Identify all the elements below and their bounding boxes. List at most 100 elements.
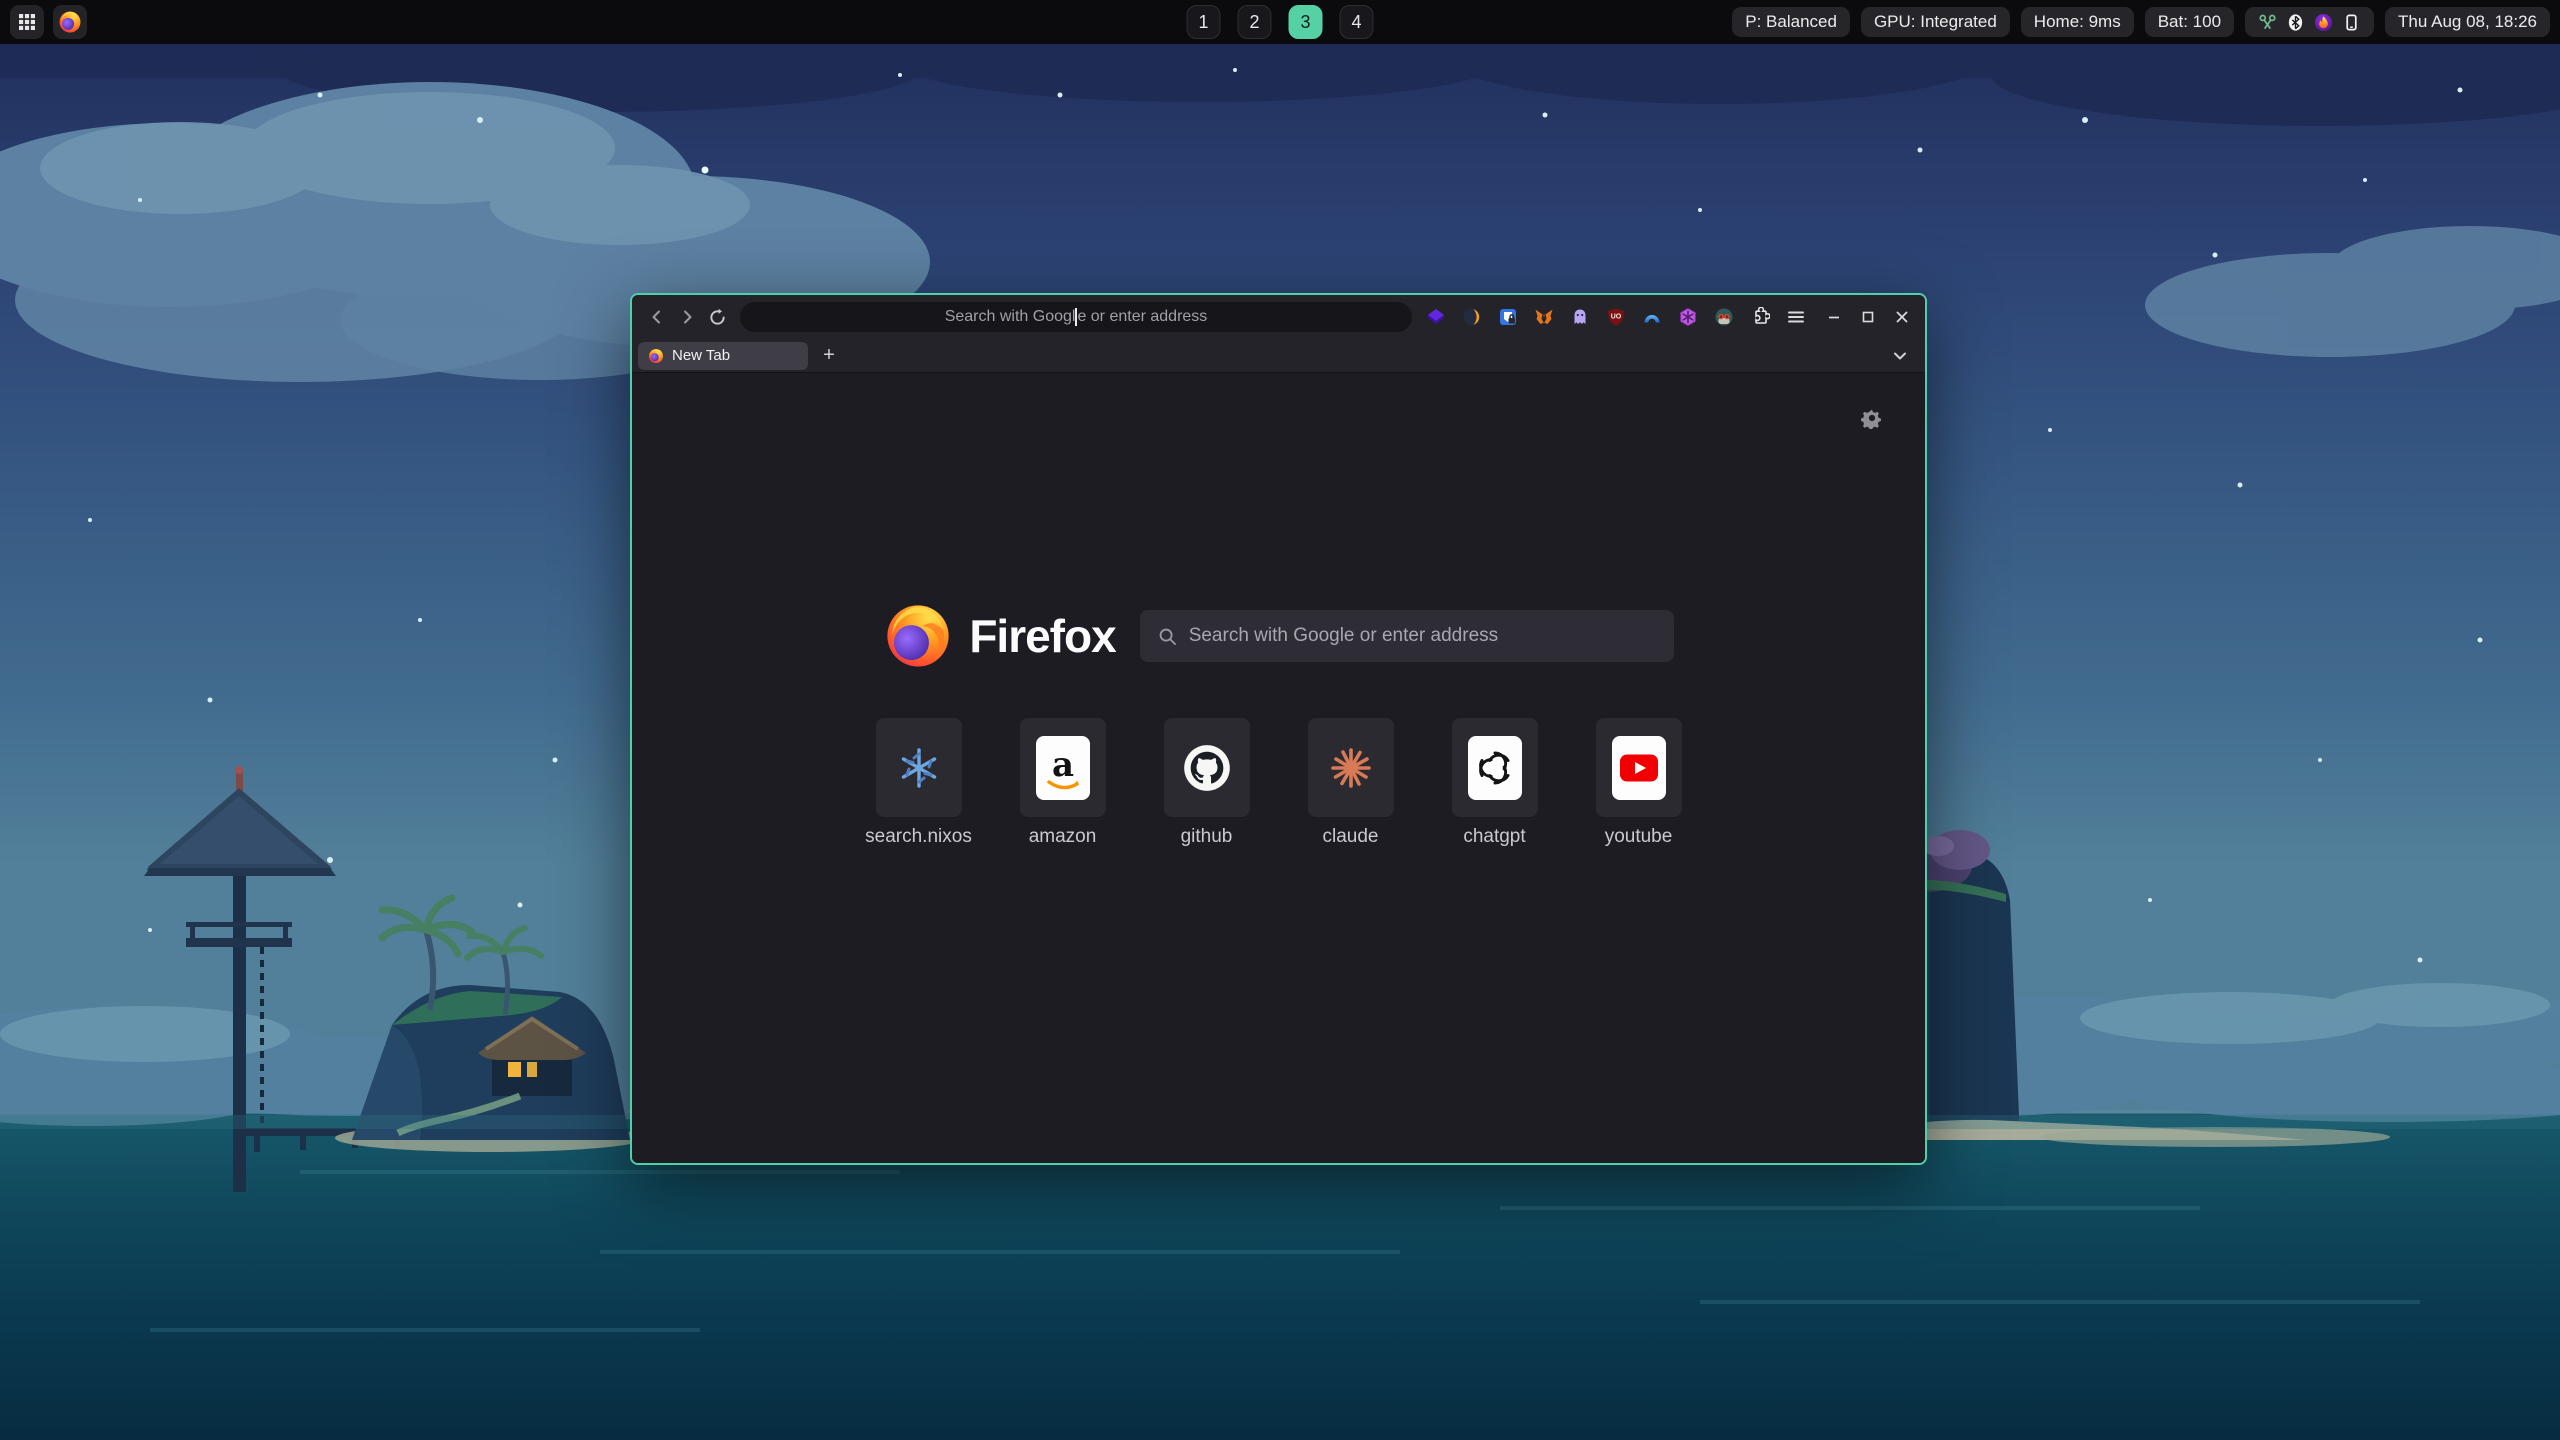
extension-shield-lock[interactable] (1498, 307, 1518, 327)
gear-icon (1861, 407, 1883, 429)
extension-vpn-arc[interactable] (1642, 307, 1662, 327)
extensions-puzzle-button[interactable] (1750, 307, 1770, 327)
shortcut-tile[interactable] (1452, 718, 1538, 817)
tab-list-button[interactable] (1891, 347, 1909, 365)
firefox-wordmark: Firefox (969, 609, 1115, 663)
apps-grid-icon (18, 13, 36, 31)
firefox-window: Search with Google or enter address (630, 293, 1927, 1165)
chevron-down-icon (1891, 347, 1909, 365)
workspace-1[interactable]: 1 (1187, 5, 1221, 39)
shortcut-search-nixos[interactable]: search.nixos (847, 718, 991, 848)
hamburger-menu-icon (1786, 307, 1806, 327)
shortcut-tile[interactable] (876, 718, 962, 817)
extension-dark-moon[interactable] (1462, 307, 1482, 327)
browser-toolbar: Search with Google or enter address (632, 295, 1925, 339)
github-octocat-icon (1182, 743, 1232, 793)
clock: Thu Aug 08, 18:26 (2385, 7, 2550, 37)
shortcut-tile[interactable]: a (1020, 718, 1106, 817)
shield-lock-icon (1498, 307, 1518, 327)
app-menu-button[interactable] (1786, 307, 1806, 327)
network-latency-badge: Home: 9ms (2021, 7, 2134, 37)
tab-bar: New Tab + (632, 339, 1925, 373)
shortcut-chatgpt[interactable]: chatgpt (1423, 718, 1567, 848)
purple-gem-icon (1426, 307, 1446, 327)
shortcut-tile[interactable] (1596, 718, 1682, 817)
back-button[interactable] (642, 302, 672, 332)
shortcut-label: amazon (1029, 826, 1097, 848)
metamask-fox-icon (1534, 307, 1554, 327)
extension-purple-gem[interactable] (1426, 307, 1446, 327)
shortcut-github[interactable]: github (1135, 718, 1279, 848)
workspace-4[interactable]: 4 (1340, 5, 1374, 39)
close-button[interactable] (1892, 307, 1912, 327)
new-tab-button[interactable]: + (816, 343, 842, 369)
reload-icon (708, 308, 727, 327)
extension-metamask[interactable] (1534, 307, 1554, 327)
claude-starburst-icon (1328, 745, 1374, 791)
phone-icon[interactable] (2342, 13, 2361, 32)
brand-row: Firefox (883, 601, 1673, 671)
tab-new-tab[interactable]: New Tab (638, 342, 808, 370)
desktop: 1 2 3 4 P: Balanced GPU: Integrated Home… (0, 0, 2560, 1440)
youtube-play-icon (1619, 753, 1659, 783)
shortcut-label: github (1181, 826, 1233, 848)
openai-knot-icon (1474, 747, 1516, 789)
chatgpt-card (1468, 736, 1522, 800)
vpn-arc-icon (1642, 307, 1662, 327)
minimize-button[interactable] (1824, 307, 1844, 327)
firefox-launcher-button[interactable] (53, 5, 87, 39)
extensions-puzzle-icon (1750, 307, 1770, 327)
extension-ublock-origin[interactable]: UO (1606, 307, 1626, 327)
extension-row: UO (1426, 307, 1806, 327)
shortcut-claude[interactable]: claude (1279, 718, 1423, 848)
newtab-search-input[interactable] (1189, 625, 1649, 647)
extension-spy-face[interactable] (1714, 307, 1734, 327)
workspace-2[interactable]: 2 (1238, 5, 1272, 39)
newtab-search-bar[interactable] (1140, 610, 1674, 662)
amazon-icon: a (1041, 742, 1085, 794)
personalize-button[interactable] (1861, 407, 1883, 434)
shortcuts-row: search.nixos a amazon (847, 718, 1711, 848)
tab-title: New Tab (672, 347, 730, 364)
forward-icon (678, 308, 696, 326)
forward-button[interactable] (672, 302, 702, 332)
bluetooth-icon[interactable] (2286, 13, 2305, 32)
back-icon (648, 308, 666, 326)
status-area: P: Balanced GPU: Integrated Home: 9ms Ba… (1732, 7, 2550, 37)
workspace-switcher: 1 2 3 4 (1187, 5, 1374, 39)
url-placeholder-right: e or enter address (1077, 308, 1207, 326)
scissors-icon[interactable] (2258, 13, 2277, 32)
new-tab-page: Firefox (632, 373, 1925, 1163)
extension-hex-snowflake[interactable] (1678, 307, 1698, 327)
gpu-badge: GPU: Integrated (1861, 7, 2010, 37)
url-bar[interactable]: Search with Google or enter address (740, 302, 1412, 332)
reload-button[interactable] (702, 302, 732, 332)
shortcut-label: claude (1323, 826, 1379, 848)
taskbar: 1 2 3 4 P: Balanced GPU: Integrated Home… (0, 0, 2560, 44)
shortcut-label: search.nixos (865, 826, 972, 848)
close-icon (1894, 309, 1910, 325)
battery-badge: Bat: 100 (2145, 7, 2234, 37)
firefox-icon (58, 10, 82, 34)
shortcut-youtube[interactable]: youtube (1567, 718, 1711, 848)
apps-launcher-button[interactable] (10, 5, 44, 39)
shortcut-label: youtube (1605, 826, 1673, 848)
tab-favicon-firefox (648, 348, 664, 364)
workspace-3-active[interactable]: 3 (1289, 5, 1323, 39)
hex-snowflake-icon (1678, 307, 1698, 327)
search-icon (1158, 627, 1177, 646)
minimize-icon (1826, 309, 1842, 325)
launcher-group (10, 5, 87, 39)
shortcut-amazon[interactable]: a amazon (991, 718, 1135, 848)
maximize-button[interactable] (1858, 307, 1878, 327)
extension-ghostery[interactable] (1570, 307, 1590, 327)
firefox-logo (883, 601, 953, 671)
shortcut-tile[interactable] (1308, 718, 1394, 817)
svg-text:a: a (1051, 745, 1073, 785)
window-controls (1824, 307, 1912, 327)
spy-face-icon (1714, 307, 1734, 327)
flame-icon[interactable] (2314, 13, 2333, 32)
shortcut-tile[interactable] (1164, 718, 1250, 817)
power-profile-badge: P: Balanced (1732, 7, 1850, 37)
amazon-card: a (1036, 736, 1090, 800)
